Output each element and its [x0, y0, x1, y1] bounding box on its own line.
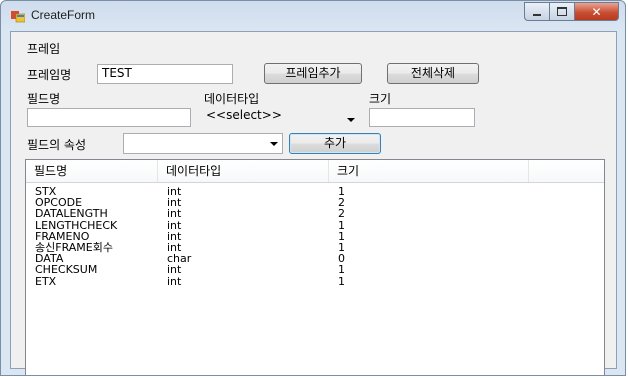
field-name-cell: LENGTHCHECK — [35, 218, 118, 232]
field-name-cell: CHECKSUM — [35, 263, 98, 277]
column-header-field-name[interactable]: 필드명 — [26, 160, 158, 182]
close-icon: ✕ — [591, 4, 602, 19]
list-item[interactable]: OPCODE int 2 — [26, 197, 604, 208]
title-bar[interactable]: CreateForm ✕ — [1, 1, 625, 31]
size-cell: 2 — [338, 207, 345, 221]
minimize-icon — [533, 13, 541, 16]
maximize-icon — [557, 7, 567, 16]
form-client-area: 프레임 프레임명 TEST 프레임추가 전체삭제 필드명 데이터타입 크기 <<… — [10, 31, 617, 375]
maximize-button[interactable] — [550, 2, 575, 21]
size-label: 크기 — [369, 92, 392, 106]
column-header-size[interactable]: 크기 — [329, 160, 529, 182]
field-attribute-label: 필드의 속성 — [27, 138, 87, 152]
field-attribute-select[interactable] — [123, 133, 283, 154]
data-type-label: 데이터타입 — [204, 92, 260, 106]
data-type-select[interactable]: <<select>> — [204, 108, 359, 129]
field-list-view[interactable]: 필드명 데이터타입 크기 STX int 1 OPCODE int 2 DATALENGTH… — [25, 159, 605, 375]
window: CreateForm ✕ 프레임 프레임명 TEST 프레임추가 전체삭제 필드… — [0, 0, 626, 376]
size-input[interactable] — [369, 108, 475, 127]
caption-buttons: ✕ — [524, 2, 619, 22]
data-type-cell: int — [167, 274, 182, 288]
list-item[interactable]: STX int 1 — [26, 186, 604, 197]
list-item[interactable]: ETX int 1 — [26, 276, 604, 287]
delete-all-button[interactable]: 전체삭제 — [387, 63, 479, 84]
list-item[interactable]: LENGTHCHECK int 1 — [26, 220, 604, 231]
add-field-button[interactable]: 추가 — [289, 133, 381, 154]
list-item[interactable]: CHECKSUM int 1 — [26, 264, 604, 275]
app-icon — [11, 11, 25, 23]
frame-name-label: 프레임명 — [27, 68, 72, 82]
add-frame-button[interactable]: 프레임추가 — [264, 63, 362, 84]
column-header-filler — [529, 160, 604, 182]
data-type-value: <<select>> — [206, 108, 282, 122]
field-name-input[interactable] — [27, 108, 191, 127]
data-type-cell: int — [167, 207, 182, 221]
minimize-button[interactable] — [524, 2, 550, 21]
list-item[interactable]: DATALENGTH int 2 — [26, 208, 604, 219]
window-title: CreateForm — [31, 8, 96, 22]
chevron-down-icon — [347, 118, 355, 122]
close-button[interactable]: ✕ — [575, 2, 619, 21]
data-type-cell: int — [167, 263, 182, 277]
data-type-cell: int — [167, 218, 182, 232]
field-name-cell: ETX — [35, 274, 57, 288]
list-item[interactable]: 송신FRAME회수 int 1 — [26, 242, 604, 253]
size-cell: 1 — [338, 274, 345, 288]
frame-group-label: 프레임 — [27, 42, 61, 56]
frame-name-input[interactable]: TEST — [97, 64, 233, 84]
field-name-label: 필드명 — [27, 92, 61, 106]
list-header: 필드명 데이터타입 크기 — [26, 160, 604, 183]
size-cell: 1 — [338, 263, 345, 277]
column-header-data-type[interactable]: 데이터타입 — [158, 160, 329, 182]
list-item[interactable]: DATA char 0 — [26, 253, 604, 264]
chevron-down-icon — [270, 142, 278, 146]
size-cell: 1 — [338, 218, 345, 232]
field-name-cell: DATALENGTH — [35, 207, 108, 221]
